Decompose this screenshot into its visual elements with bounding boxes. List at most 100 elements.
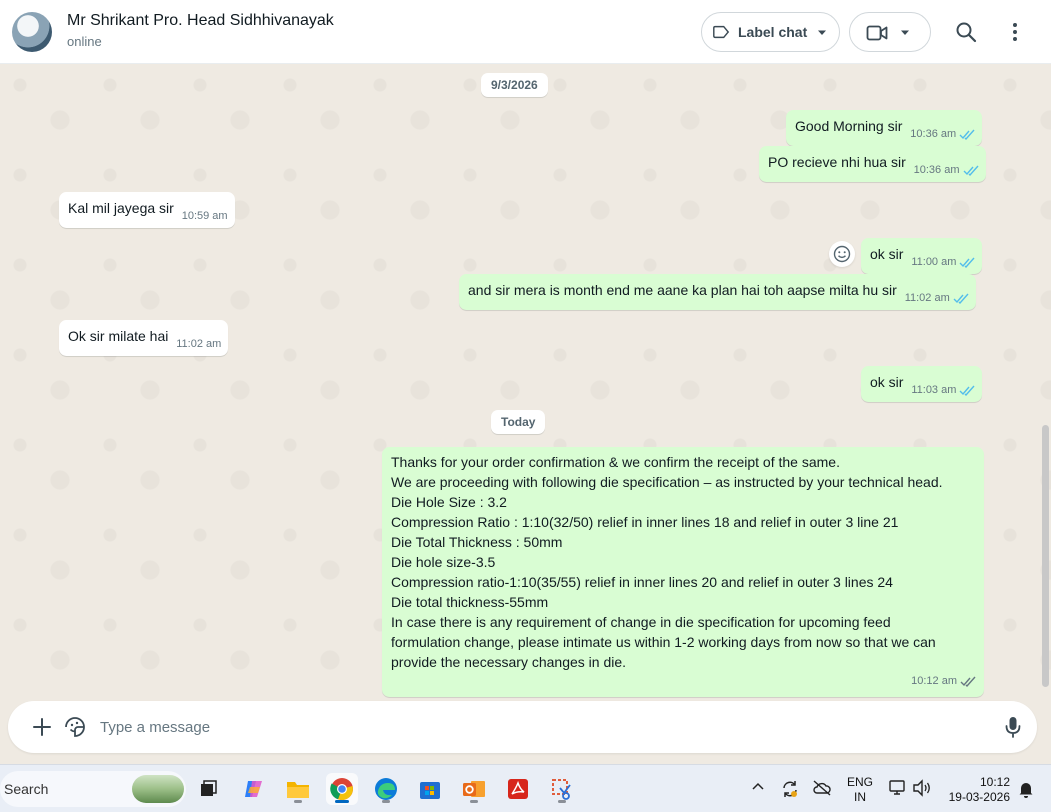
video-call-icon	[866, 25, 888, 41]
read-ticks-icon	[963, 165, 979, 176]
language-indicator[interactable]: ENG IN	[846, 775, 874, 805]
message-line: We are proceeding with following die spe…	[391, 474, 943, 490]
message-line: formulation change, please intimate us w…	[391, 634, 936, 650]
message-time: 10:36 am	[910, 128, 957, 140]
task-view-icon	[201, 780, 217, 796]
chevron-down-icon	[818, 30, 826, 35]
acrobat-button[interactable]	[502, 773, 534, 805]
sync-icon[interactable]	[780, 779, 800, 799]
message-text: PO recieve nhi hua sir	[768, 154, 906, 170]
volume-icon[interactable]	[912, 779, 932, 797]
message-input[interactable]	[100, 715, 980, 739]
clock-time: 10:12	[979, 775, 1010, 789]
store-icon	[420, 782, 440, 799]
taskbar-search[interactable]: Search	[0, 771, 186, 807]
chrome-icon	[330, 778, 353, 801]
chrome-button[interactable]	[326, 773, 358, 805]
message-time: 11:00 am	[911, 256, 957, 268]
copilot-icon	[245, 781, 262, 797]
message-meta: 10:59 am	[182, 206, 228, 226]
label-chat-button[interactable]: Label chat	[701, 12, 840, 52]
message-incoming[interactable]: Ok sir milate hai 11:02 am	[59, 320, 229, 356]
microsoft-store-button[interactable]	[414, 773, 446, 805]
delivered-ticks-icon	[960, 676, 976, 687]
language-code: ENG	[846, 775, 873, 789]
taskbar-search-label: Search	[4, 781, 49, 797]
snipping-tool-icon	[552, 779, 571, 800]
message-outgoing[interactable]: and sir mera is month end me aane ka pla…	[459, 274, 976, 310]
show-hidden-icons-icon[interactable]	[750, 779, 766, 795]
copilot-button[interactable]	[238, 773, 270, 805]
message-meta: 10:36 am	[914, 160, 979, 180]
message-time: 11:02 am	[176, 338, 222, 350]
react-button[interactable]	[829, 241, 855, 267]
search-highlight-image	[132, 775, 184, 803]
search-icon[interactable]	[954, 20, 978, 44]
message-meta: 10:36 am	[910, 124, 975, 144]
message-line: provide the necessary changes in die.	[391, 654, 627, 670]
message-composer	[8, 701, 1037, 753]
edge-button[interactable]	[370, 773, 402, 805]
outlook-icon	[463, 781, 485, 797]
message-line: Die Hole Size : 3.2	[391, 494, 507, 510]
contact-status: online	[67, 34, 102, 49]
chevron-down-icon	[901, 30, 909, 35]
active-indicator	[335, 800, 349, 803]
sticker-icon[interactable]	[63, 715, 87, 739]
running-indicator	[294, 800, 302, 803]
read-ticks-icon	[953, 293, 969, 304]
message-outgoing[interactable]: ok sir 11:00 am	[861, 238, 983, 274]
outlook-button[interactable]	[458, 773, 490, 805]
snipping-tool-button[interactable]	[546, 773, 578, 805]
contact-avatar[interactable]	[12, 12, 52, 52]
message-time: 11:03 am	[911, 384, 957, 396]
acrobat-icon	[508, 779, 528, 799]
message-meta: 11:00 am	[911, 252, 975, 272]
edge-icon	[375, 778, 397, 800]
message-line: Thanks for your order confirmation & we …	[391, 454, 840, 470]
plus-icon[interactable]	[30, 715, 54, 739]
message-outgoing[interactable]: Thanks for your order confirmation & we …	[382, 447, 984, 697]
message-meta: 11:02 am	[176, 334, 221, 354]
message-time: 10:59 am	[181, 210, 228, 222]
video-call-button[interactable]	[849, 12, 931, 52]
message-outgoing[interactable]: PO recieve nhi hua sir 10:36 am	[759, 146, 986, 182]
message-line: Die Total Thickness : 50mm	[391, 534, 563, 550]
date-separator: Today	[491, 410, 546, 434]
running-indicator	[470, 800, 478, 803]
region-code: IN	[854, 790, 866, 804]
system-clock[interactable]: 10:12 19-03-2026	[946, 775, 1010, 805]
message-outgoing[interactable]: Good Morning sir 10:36 am	[786, 110, 983, 146]
message-incoming[interactable]: Kal mil jayega sir 10:59 am	[59, 192, 235, 228]
message-line: Die total thickness-55mm	[391, 594, 549, 610]
message-time: 10:12 am	[911, 675, 957, 687]
message-text: and sir mera is month end me aane ka pla…	[468, 282, 897, 298]
read-ticks-icon	[959, 257, 975, 268]
notifications-icon[interactable]	[1018, 780, 1034, 798]
contact-name[interactable]: Mr Shrikant Pro. Head Sidhhivanayak	[67, 12, 334, 30]
network-icon[interactable]	[888, 779, 908, 797]
task-view-button[interactable]	[192, 773, 224, 805]
microphone-icon[interactable]	[1003, 715, 1023, 739]
running-indicator	[382, 800, 390, 803]
message-meta: 11:02 am	[905, 288, 969, 308]
chat-header: Mr Shrikant Pro. Head Sidhhivanayak onli…	[0, 0, 1051, 64]
more-vertical-icon[interactable]	[1003, 20, 1027, 44]
message-line: Compression ratio-1:10(35/55) relief in …	[391, 574, 893, 590]
cloud-offline-icon[interactable]	[812, 779, 832, 797]
message-outgoing[interactable]: ok sir 11:03 am	[861, 366, 983, 402]
tag-icon	[713, 25, 730, 39]
windows-taskbar: Search ENG IN 10:12 19-03-2026	[0, 764, 1051, 812]
message-text: Good Morning sir	[795, 118, 903, 134]
message-text: Ok sir milate hai	[68, 328, 169, 344]
message-line: Compression Ratio : 1:10(32/50) relief i…	[391, 514, 899, 530]
message-text: ok sir	[870, 374, 904, 390]
message-meta: 11:03 am	[911, 380, 975, 400]
smiley-icon	[833, 245, 851, 263]
folder-icon	[287, 782, 309, 798]
file-explorer-button[interactable]	[282, 773, 314, 805]
message-text: Kal mil jayega sir	[68, 200, 174, 216]
message-line: Die hole size-3.5	[391, 554, 496, 570]
read-ticks-icon	[959, 129, 975, 140]
chat-scrollbar[interactable]	[1042, 425, 1049, 687]
